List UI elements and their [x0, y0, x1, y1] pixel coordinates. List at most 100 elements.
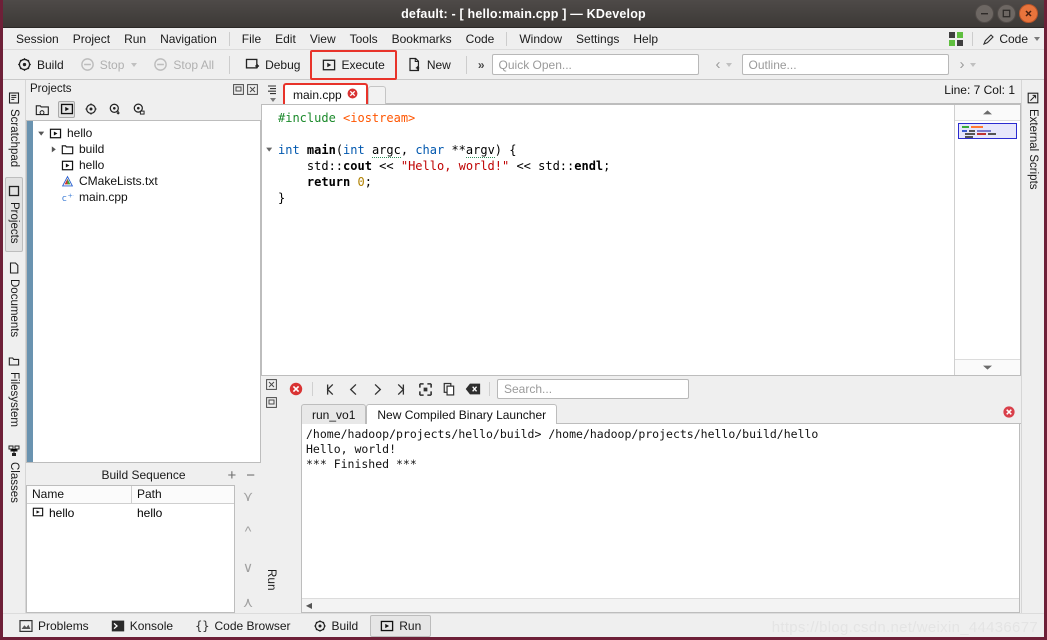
sidebar-item-documents[interactable]: Documents — [5, 254, 23, 345]
sidebar-item-external-scripts[interactable]: External Scripts — [1024, 84, 1042, 198]
toolbar-overflow-button[interactable]: » — [474, 58, 489, 72]
menu-help[interactable]: Help — [626, 30, 665, 48]
menu-settings[interactable]: Settings — [569, 30, 626, 48]
output-tab-binary-launcher[interactable]: New Compiled Binary Launcher — [366, 404, 558, 424]
move-up-icon[interactable]: ^ — [245, 524, 252, 538]
output-horizontal-scrollbar[interactable]: ◀ — [302, 598, 1019, 612]
fold-marker-main[interactable] — [262, 141, 276, 157]
move-bottom-icon[interactable]: ⋏ — [243, 595, 253, 609]
new-button[interactable]: New — [399, 53, 459, 76]
menu-tools[interactable]: Tools — [343, 30, 385, 48]
select-all-icon[interactable] — [414, 379, 436, 399]
remove-build-item-button[interactable]: − — [246, 468, 255, 483]
output-text[interactable]: /home/hadoop/projects/hello/build> /home… — [302, 424, 1019, 598]
menu-window[interactable]: Window — [512, 30, 569, 48]
minimap-area[interactable] — [955, 121, 1020, 359]
column-header-path[interactable]: Path — [132, 486, 167, 503]
close-icon[interactable] — [1019, 4, 1038, 23]
scroll-left-icon[interactable]: ◀ — [302, 601, 316, 610]
build-options-icon[interactable] — [130, 101, 147, 118]
copy-icon[interactable] — [438, 379, 460, 399]
close-panel-icon[interactable] — [265, 379, 277, 393]
statusbar-item-problems[interactable]: Problems — [9, 615, 99, 637]
execute-button[interactable]: Execute — [310, 49, 397, 80]
last-item-icon[interactable] — [390, 379, 412, 399]
build-install-icon[interactable] — [106, 101, 123, 118]
sidebar-item-classes[interactable]: Classes — [5, 437, 23, 511]
close-output-icon[interactable] — [1003, 406, 1015, 421]
code-text[interactable]: #include <iostream> int main(int argc, c… — [276, 105, 954, 375]
nav-forward-icon[interactable]: › — [957, 56, 968, 73]
menu-session[interactable]: Session — [9, 30, 66, 48]
first-item-icon[interactable] — [318, 379, 340, 399]
undock-panel-icon[interactable] — [265, 397, 277, 411]
build-button[interactable]: Build — [9, 53, 72, 76]
previous-item-icon[interactable] — [342, 379, 364, 399]
tree-item-hello-target[interactable]: hello — [33, 157, 260, 173]
tree-item-build-folder[interactable]: build — [33, 141, 260, 157]
output-view[interactable]: /home/hadoop/projects/hello/build> /home… — [301, 424, 1020, 613]
nav-back-icon[interactable]: ‹ — [713, 56, 724, 73]
tree-item-main-cpp[interactable]: c++ main.cpp — [33, 189, 260, 205]
project-tree[interactable]: hello build hello CMakeLists.txt c + mai… — [26, 120, 261, 463]
debug-button[interactable]: Debug — [237, 53, 308, 76]
window-grid-icon[interactable] — [949, 32, 964, 46]
tab-list-icon[interactable] — [263, 84, 283, 104]
menu-run[interactable]: Run — [117, 30, 153, 48]
scroll-track[interactable] — [316, 601, 1019, 611]
editor-tab-main-cpp[interactable]: main.cpp — [283, 83, 368, 104]
next-item-icon[interactable] — [366, 379, 388, 399]
left-dock: Projects hello build hello CMakeLists.tx… — [26, 80, 261, 613]
folding-margin[interactable] — [262, 105, 276, 375]
editor-minimap[interactable] — [954, 105, 1020, 375]
column-header-name[interactable]: Name — [27, 486, 132, 503]
editor-tab-stub[interactable] — [367, 86, 386, 104]
menu-code[interactable]: Code — [459, 30, 502, 48]
menu-view[interactable]: View — [303, 30, 343, 48]
menu-bookmarks[interactable]: Bookmarks — [385, 30, 459, 48]
menu-project[interactable]: Project — [66, 30, 117, 48]
menu-edit[interactable]: Edit — [268, 30, 303, 48]
maximize-icon[interactable] — [997, 4, 1016, 23]
sidebar-item-filesystem[interactable]: Filesystem — [5, 347, 23, 435]
nav-forward-chevron-down-icon[interactable] — [969, 62, 976, 67]
statusbar-item-run[interactable]: Run — [370, 614, 432, 637]
viewport-thumb[interactable] — [958, 123, 1017, 139]
statusbar-item-code-browser[interactable]: {} Code Browser — [185, 615, 300, 637]
outline-input[interactable]: Outline... — [741, 54, 949, 75]
output-tab-run-vo1[interactable]: run_vo1 — [301, 404, 367, 424]
chevron-down-icon[interactable] — [35, 129, 47, 138]
statusbar-item-konsole[interactable]: Konsole — [101, 615, 183, 637]
open-project-icon[interactable] — [34, 101, 51, 118]
project-selection-icon[interactable] — [58, 100, 75, 118]
minimize-icon[interactable] — [975, 4, 994, 23]
session-mode-selector[interactable]: Code — [982, 32, 1040, 46]
build-sequence-table[interactable]: Name Path hello hello — [26, 485, 235, 613]
scroll-up-icon[interactable] — [955, 105, 1020, 121]
close-tab-icon[interactable] — [347, 88, 358, 102]
build-config-icon[interactable] — [82, 101, 99, 118]
move-top-icon[interactable]: ⋎ — [243, 489, 253, 503]
output-search-input[interactable]: Search... — [497, 379, 689, 399]
target-icon — [59, 159, 76, 172]
undock-icon[interactable] — [233, 83, 244, 95]
close-icon[interactable] — [247, 83, 258, 95]
move-down-icon[interactable]: ∨ — [243, 560, 253, 574]
table-row[interactable]: hello hello — [27, 504, 234, 522]
menu-file[interactable]: File — [235, 30, 268, 48]
nav-back-chevron-down-icon[interactable] — [725, 62, 732, 67]
problems-icon — [19, 619, 33, 632]
sidebar-item-scratchpad[interactable]: Scratchpad — [5, 84, 23, 175]
quick-open-input[interactable]: Quick Open... — [491, 54, 699, 75]
code-editor[interactable]: #include <iostream> int main(int argc, c… — [261, 104, 1021, 376]
cancel-icon[interactable] — [285, 379, 307, 399]
menu-navigation[interactable]: Navigation — [153, 30, 224, 48]
clear-icon[interactable] — [462, 379, 484, 399]
statusbar-item-build[interactable]: Build — [303, 615, 369, 637]
sidebar-item-projects[interactable]: Projects — [5, 177, 23, 252]
add-build-item-button[interactable]: + — [227, 468, 236, 483]
tree-item-hello-project[interactable]: hello — [33, 125, 260, 141]
tree-item-cmakelists[interactable]: CMakeLists.txt — [33, 173, 260, 189]
scroll-down-icon[interactable] — [955, 359, 1020, 375]
chevron-right-icon[interactable] — [47, 145, 59, 154]
